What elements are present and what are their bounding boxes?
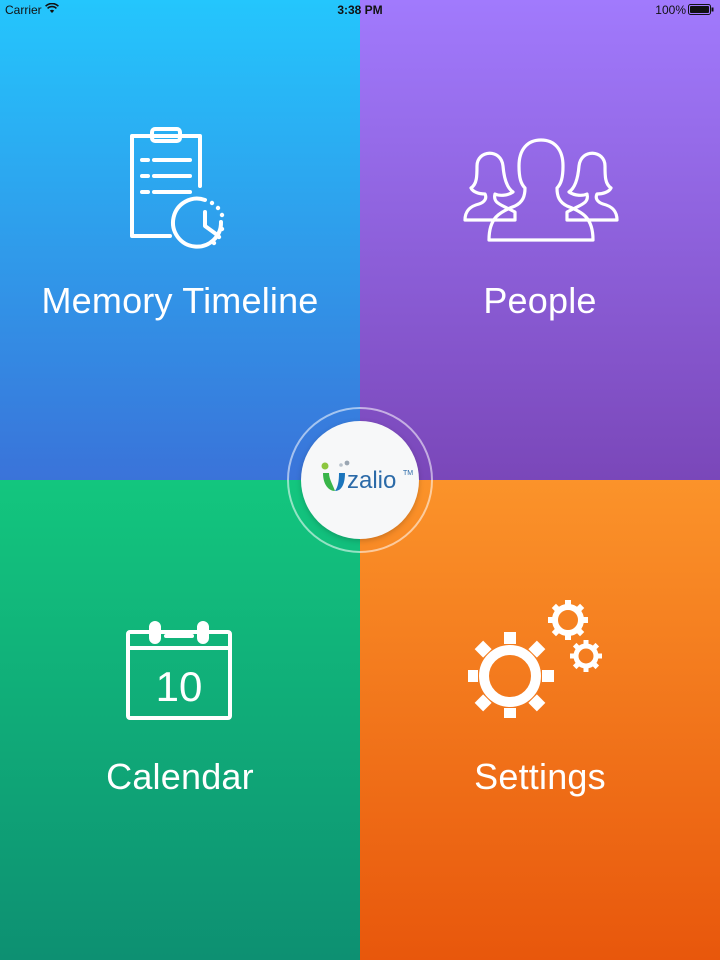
settings-label: Settings [474,756,606,797]
trademark-mark: TM [403,470,414,477]
memory-timeline-label: Memory Timeline [41,280,319,321]
clipboard-clock-icon [130,127,225,249]
battery-icon [688,4,714,15]
battery-percentage: 100% [655,3,686,17]
zalio-brand-text: zalio [347,467,397,494]
status-bar: Carrier 3:38 PM 100% [0,0,720,20]
people-label: People [483,280,597,321]
people-group-icon [463,138,619,242]
clock: 3:38 PM [337,3,383,17]
gears-icon [468,600,602,718]
calendar-label: Calendar [106,756,254,797]
calendar-day-number: 10 [155,663,203,710]
zalio-logo-badge: zalio TM [287,407,433,553]
zalio-logo-button[interactable]: zalio TM [301,421,419,539]
